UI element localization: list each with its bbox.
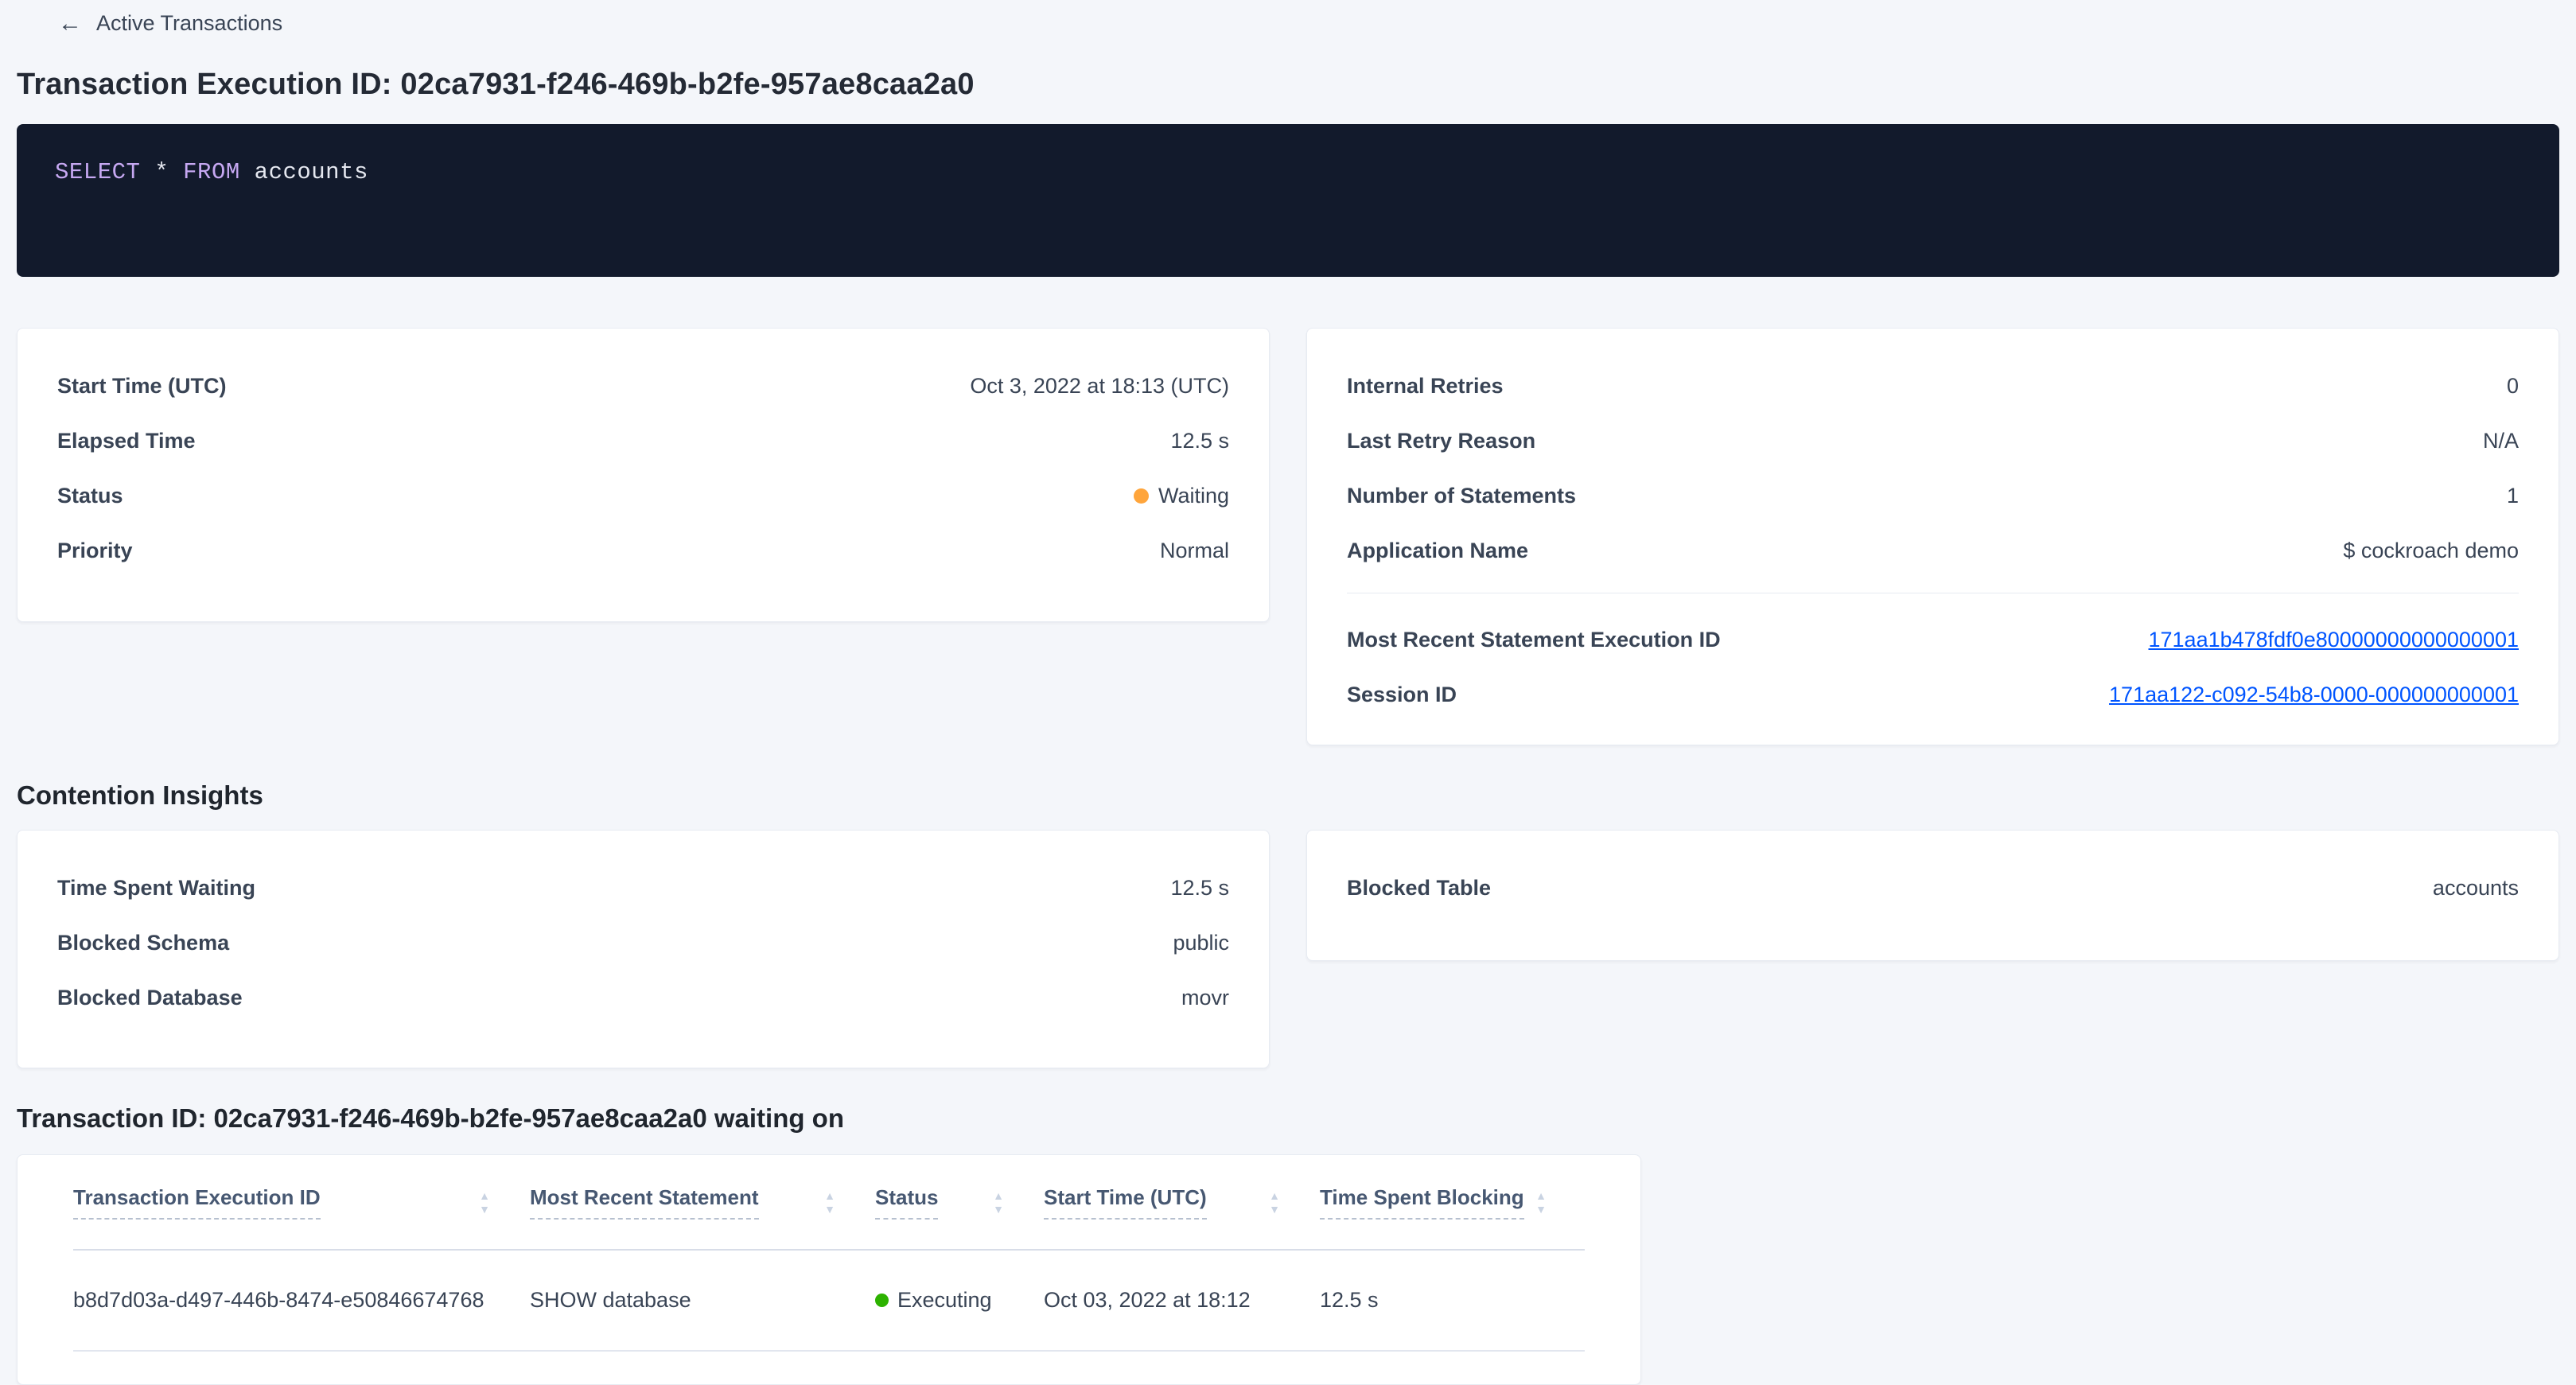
sort-icon: ▲▼ bbox=[479, 1190, 490, 1215]
column-header-status[interactable]: Status ▲▼ bbox=[875, 1185, 1044, 1220]
statement-execution-id-label: Most Recent Statement Execution ID bbox=[1347, 628, 1721, 652]
application-name-label: Application Name bbox=[1347, 539, 1528, 563]
sort-icon: ▲▼ bbox=[1535, 1190, 1547, 1215]
kv-row-status: Status Waiting bbox=[57, 483, 1229, 508]
cell-transaction-execution-id: b8d7d03a-d497-446b-8474-e50846674768 bbox=[73, 1288, 530, 1313]
column-header-most-recent-statement[interactable]: Most Recent Statement ▲▼ bbox=[530, 1185, 875, 1220]
kv-row-blocked-schema: Blocked Schema public bbox=[57, 930, 1229, 955]
sql-statement-box: SELECT * FROM accounts bbox=[17, 124, 2559, 277]
time-spent-waiting-value: 12.5 s bbox=[1170, 876, 1229, 901]
blocked-database-label: Blocked Database bbox=[57, 986, 243, 1010]
internal-retries-label: Internal Retries bbox=[1347, 374, 1504, 399]
waiting-on-table-card: Transaction Execution ID ▲▼ Most Recent … bbox=[17, 1154, 1641, 1385]
column-header-label: Transaction Execution ID bbox=[73, 1185, 321, 1220]
cell-status: Executing bbox=[875, 1288, 1044, 1313]
column-header-label: Time Spent Blocking bbox=[1320, 1185, 1524, 1220]
transaction-details-page: ← Active Transactions Transaction Execut… bbox=[0, 0, 2576, 1385]
page-title: Transaction Execution ID: 02ca7931-f246-… bbox=[17, 68, 2559, 102]
arrow-left-icon: ← bbox=[58, 12, 82, 36]
column-header-time-spent-blocking[interactable]: Time Spent Blocking ▲▼ bbox=[1320, 1185, 1586, 1220]
waiting-on-table-header: Transaction Execution ID ▲▼ Most Recent … bbox=[73, 1155, 1585, 1251]
table-row: b8d7d03a-d497-446b-8474-e50846674768 SHO… bbox=[73, 1251, 1585, 1352]
session-id-link[interactable]: 171aa122-c092-54b8-0000-000000000001 bbox=[2109, 683, 2519, 707]
priority-value: Normal bbox=[1160, 539, 1229, 563]
session-id-label: Session ID bbox=[1347, 683, 1457, 707]
kv-row-statement-execution-id: Most Recent Statement Execution ID 171aa… bbox=[1347, 627, 2519, 652]
start-time-label: Start Time (UTC) bbox=[57, 374, 227, 399]
column-header-start-time[interactable]: Start Time (UTC) ▲▼ bbox=[1044, 1185, 1320, 1220]
internal-retries-value: 0 bbox=[2507, 374, 2519, 399]
kv-row-application-name: Application Name $ cockroach demo bbox=[1347, 538, 2519, 563]
sql-keyword-select: SELECT bbox=[55, 159, 140, 185]
cell-most-recent-statement: SHOW database bbox=[530, 1288, 875, 1313]
kv-row-blocked-database: Blocked Database movr bbox=[57, 985, 1229, 1010]
kv-row-start-time: Start Time (UTC) Oct 3, 2022 at 18:13 (U… bbox=[57, 373, 1229, 399]
sql-statement: SELECT * FROM accounts bbox=[55, 159, 368, 185]
blocked-database-value: movr bbox=[1181, 986, 1229, 1010]
sql-keyword-from: FROM bbox=[183, 159, 240, 185]
column-header-label: Start Time (UTC) bbox=[1044, 1185, 1207, 1220]
column-header-label: Status bbox=[875, 1185, 938, 1220]
application-name-value: $ cockroach demo bbox=[2343, 539, 2519, 563]
kv-row-blocked-table: Blocked Table accounts bbox=[1347, 875, 2519, 901]
column-header-transaction-execution-id[interactable]: Transaction Execution ID ▲▼ bbox=[73, 1185, 530, 1220]
blocked-table-value: accounts bbox=[2433, 876, 2519, 901]
number-of-statements-label: Number of Statements bbox=[1347, 484, 1576, 508]
priority-label: Priority bbox=[57, 539, 133, 563]
status-badge: Waiting bbox=[1134, 484, 1229, 508]
status-label: Status bbox=[57, 484, 123, 508]
summary-card-left: Start Time (UTC) Oct 3, 2022 at 18:13 (U… bbox=[17, 328, 1270, 622]
contention-card-right: Blocked Table accounts bbox=[1306, 830, 2559, 961]
back-to-active-transactions-link[interactable]: ← Active Transactions bbox=[58, 11, 282, 36]
kv-row-session-id: Session ID 171aa122-c092-54b8-0000-00000… bbox=[1347, 682, 2519, 707]
kv-row-internal-retries: Internal Retries 0 bbox=[1347, 373, 2519, 399]
sort-icon: ▲▼ bbox=[993, 1190, 1004, 1215]
summary-cards: Start Time (UTC) Oct 3, 2022 at 18:13 (U… bbox=[17, 328, 2559, 745]
sql-identifier: accounts bbox=[255, 159, 368, 185]
waiting-on-heading: Transaction ID: 02ca7931-f246-469b-b2fe-… bbox=[17, 1103, 2559, 1134]
blocked-table-label: Blocked Table bbox=[1347, 876, 1491, 901]
elapsed-time-label: Elapsed Time bbox=[57, 429, 196, 453]
summary-card-right: Internal Retries 0 Last Retry Reason N/A… bbox=[1306, 328, 2559, 745]
kv-row-last-retry-reason: Last Retry Reason N/A bbox=[1347, 428, 2519, 453]
status-text: Executing bbox=[897, 1288, 992, 1313]
back-bar: ← Active Transactions bbox=[17, 0, 2559, 36]
kv-row-priority: Priority Normal bbox=[57, 538, 1229, 563]
status-value: Waiting bbox=[1158, 484, 1229, 508]
contention-card-left: Time Spent Waiting 12.5 s Blocked Schema… bbox=[17, 830, 1270, 1068]
sort-icon: ▲▼ bbox=[824, 1190, 835, 1215]
number-of-statements-value: 1 bbox=[2507, 484, 2519, 508]
kv-row-number-of-statements: Number of Statements 1 bbox=[1347, 483, 2519, 508]
cell-start-time: Oct 03, 2022 at 18:12 bbox=[1044, 1288, 1320, 1313]
sql-star: * bbox=[154, 159, 169, 185]
blocked-schema-label: Blocked Schema bbox=[57, 931, 229, 955]
start-time-value: Oct 3, 2022 at 18:13 (UTC) bbox=[970, 374, 1229, 399]
kv-row-time-spent-waiting: Time Spent Waiting 12.5 s bbox=[57, 875, 1229, 901]
blocked-schema-value: public bbox=[1173, 931, 1229, 955]
time-spent-waiting-label: Time Spent Waiting bbox=[57, 876, 255, 901]
elapsed-time-value: 12.5 s bbox=[1170, 429, 1229, 453]
last-retry-reason-label: Last Retry Reason bbox=[1347, 429, 1535, 453]
cell-time-spent-blocking: 12.5 s bbox=[1320, 1288, 1586, 1313]
statement-execution-id-link[interactable]: 171aa1b478fdf0e80000000000000001 bbox=[2149, 628, 2520, 652]
kv-row-elapsed-time: Elapsed Time 12.5 s bbox=[57, 428, 1229, 453]
sort-icon: ▲▼ bbox=[1269, 1190, 1280, 1215]
last-retry-reason-value: N/A bbox=[2483, 429, 2519, 453]
contention-cards: Time Spent Waiting 12.5 s Blocked Schema… bbox=[17, 830, 2559, 1068]
back-link-label: Active Transactions bbox=[96, 11, 282, 36]
status-waiting-dot-icon bbox=[1134, 488, 1149, 504]
status-executing-dot-icon bbox=[875, 1294, 889, 1307]
column-header-label: Most Recent Statement bbox=[530, 1185, 759, 1220]
contention-insights-heading: Contention Insights bbox=[17, 780, 2559, 811]
